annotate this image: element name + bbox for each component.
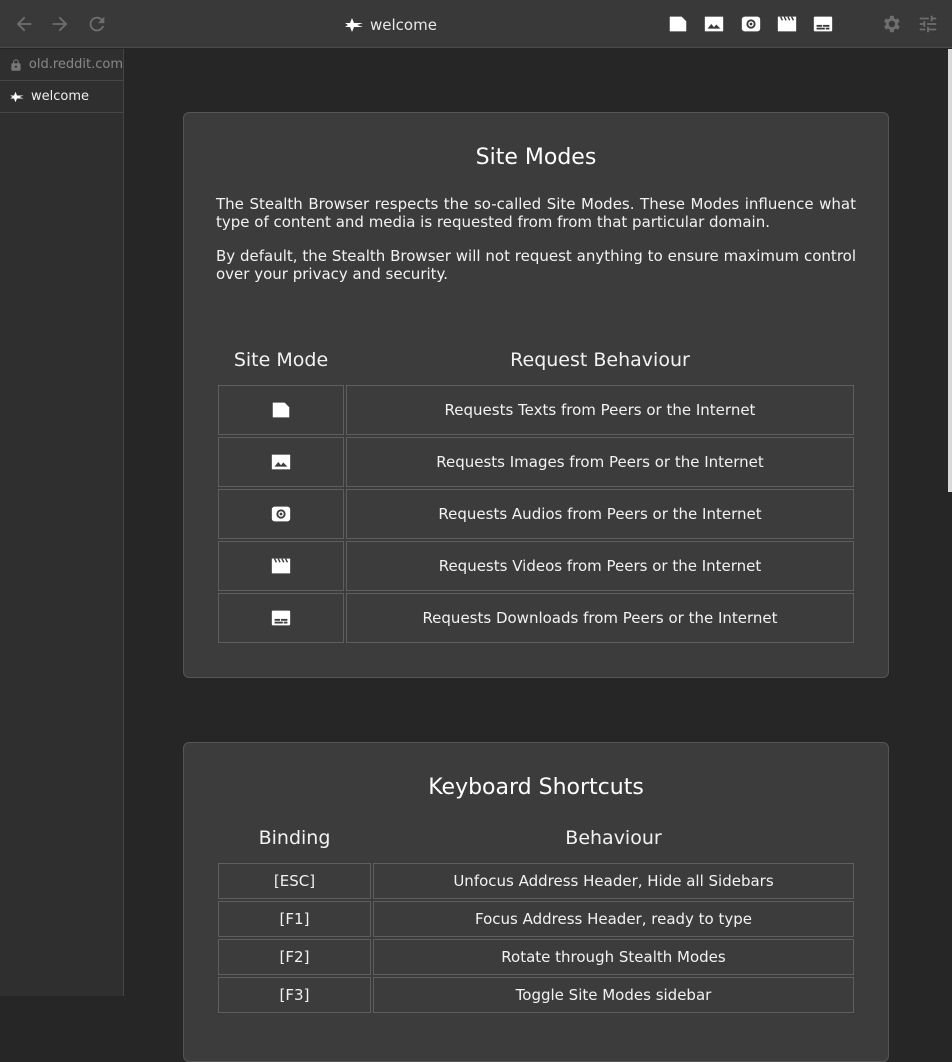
behaviour-cell: Requests Videos from Peers or the Intern… <box>346 541 854 591</box>
image-mode-icon <box>704 16 724 32</box>
behaviour-cell: Requests Audios from Peers or the Intern… <box>346 489 854 539</box>
mode-icon-cell <box>218 593 344 643</box>
stealth-favicon-icon <box>345 18 363 32</box>
page-title-text: welcome <box>370 16 437 34</box>
stealth-favicon-icon <box>10 91 24 102</box>
page-title[interactable]: welcome <box>344 14 437 36</box>
site-modes-card: Site Modes The Stealth Browser respects … <box>183 112 889 678</box>
behaviour-cell: Requests Texts from Peers or the Interne… <box>346 385 854 435</box>
audio-mode-icon <box>271 506 291 522</box>
tune-button[interactable] <box>916 12 940 36</box>
site-modes-title: Site Modes <box>475 145 597 170</box>
binding-cell: [F3] <box>218 977 371 1013</box>
image-mode-icon <box>271 454 291 470</box>
settings-button[interactable] <box>879 12 903 36</box>
mode-icon-cell <box>218 541 344 591</box>
column-header-behaviour: Behaviour <box>565 827 662 849</box>
mode-icon-cell <box>218 437 344 487</box>
download-mode-button[interactable] <box>811 12 835 36</box>
text-mode-button[interactable] <box>666 12 690 36</box>
arrow-left-icon <box>16 16 32 32</box>
tab-welcome[interactable]: welcome <box>0 81 123 113</box>
video-mode-icon <box>777 16 797 32</box>
video-mode-icon <box>271 558 291 574</box>
image-mode-button[interactable] <box>702 12 726 36</box>
behaviour-cell: Toggle Site Modes sidebar <box>373 977 854 1013</box>
sliders-icon <box>919 15 937 33</box>
lock-icon <box>11 58 21 71</box>
tab-old-reddit[interactable]: old.reddit.com <box>0 49 123 81</box>
page-content: Site Modes The Stealth Browser respects … <box>124 49 952 1062</box>
column-header-request-behaviour: Request Behaviour <box>510 349 690 371</box>
audio-mode-icon <box>741 16 761 32</box>
tab-label: old.reddit.com <box>28 57 123 72</box>
refresh-icon <box>89 16 105 32</box>
download-mode-icon <box>813 16 833 32</box>
audio-mode-button[interactable] <box>739 12 763 36</box>
tab-label: welcome <box>31 89 90 104</box>
behaviour-cell: Focus Address Header, ready to type <box>373 901 854 937</box>
binding-cell: [F1] <box>218 901 371 937</box>
tabs-sidebar: old.reddit.com welcome <box>0 49 124 996</box>
gear-icon <box>884 15 900 33</box>
scrollbar[interactable] <box>948 49 952 492</box>
keyboard-shortcuts-card: Keyboard Shortcuts Binding Behaviour [ES… <box>183 742 889 1062</box>
video-mode-button[interactable] <box>775 12 799 36</box>
arrow-right-icon <box>52 16 68 32</box>
site-modes-paragraph: The Stealth Browser respects the so-call… <box>216 195 856 231</box>
back-button[interactable] <box>12 12 36 36</box>
mode-icon-cell <box>218 489 344 539</box>
forward-button[interactable] <box>48 12 72 36</box>
download-mode-icon <box>271 610 291 626</box>
site-modes-paragraph: By default, the Stealth Browser will not… <box>216 247 856 283</box>
text-mode-icon <box>272 402 290 418</box>
binding-cell: [F2] <box>218 939 371 975</box>
binding-cell: [ESC] <box>218 863 371 899</box>
keyboard-shortcuts-title: Keyboard Shortcuts <box>428 775 644 800</box>
reload-button[interactable] <box>85 12 109 36</box>
text-mode-icon <box>669 16 687 32</box>
behaviour-cell: Unfocus Address Header, Hide all Sidebar… <box>373 863 854 899</box>
mode-icon-cell <box>218 385 344 435</box>
behaviour-cell: Requests Downloads from Peers or the Int… <box>346 593 854 643</box>
column-header-site-mode: Site Mode <box>233 349 329 371</box>
behaviour-cell: Requests Images from Peers or the Intern… <box>346 437 854 487</box>
column-header-binding: Binding <box>258 827 331 849</box>
address-header: welcome <box>0 0 952 48</box>
behaviour-cell: Rotate through Stealth Modes <box>373 939 854 975</box>
